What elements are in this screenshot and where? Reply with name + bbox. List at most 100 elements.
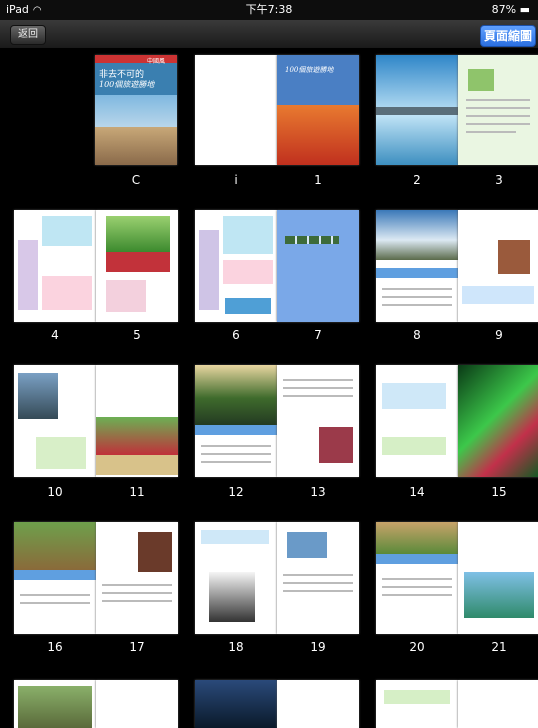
page-label: 12 (228, 485, 244, 499)
page-thumb-20[interactable] (376, 522, 458, 634)
landscape-photo (376, 522, 458, 554)
field-photo (96, 455, 178, 475)
section-banner (376, 268, 458, 278)
page-label: 14 (409, 485, 425, 499)
page-thumb-17[interactable] (96, 522, 178, 634)
landscape-photo (14, 522, 96, 570)
page-thumb-1[interactable]: 100個旅遊勝地 (277, 55, 359, 165)
cover-ground (95, 127, 177, 165)
lake-shore (376, 107, 458, 115)
photo-strip (225, 298, 271, 314)
page-thumb-23[interactable] (96, 680, 178, 728)
cover-sky (95, 95, 177, 127)
section-banner (14, 570, 96, 580)
red-field-photo (106, 252, 170, 272)
page-label: 2 (413, 173, 421, 187)
page-label: 21 (491, 640, 507, 654)
info-box (223, 216, 273, 254)
info-box (462, 286, 534, 304)
page-label: 13 (310, 485, 326, 499)
page-thumb-21[interactable] (458, 522, 538, 634)
page-thumb-15[interactable] (458, 365, 538, 477)
photo (319, 427, 353, 463)
page-thumb-10[interactable] (14, 365, 96, 477)
page-thumb-5[interactable] (96, 210, 178, 322)
info-box (42, 276, 92, 310)
page-label: 18 (228, 640, 244, 654)
status-bar: iPad ◠ 下午7:38 87% ▬ (0, 0, 538, 20)
side-photo (18, 240, 38, 310)
page-label: 20 (409, 640, 425, 654)
lake-photo (464, 572, 534, 618)
cover-tag: 中國風 (147, 58, 166, 65)
page-thumb-i[interactable] (195, 55, 277, 165)
page-thumb-11[interactable] (96, 365, 178, 477)
page-label: 7 (314, 328, 322, 342)
page-thumb-c[interactable]: 中國風 非去不可的 100個旅遊勝地 (95, 55, 177, 165)
page-thumb-22[interactable] (14, 680, 96, 728)
page-thumb-3[interactable] (458, 55, 538, 165)
back-button[interactable]: 返回 (10, 25, 46, 45)
page-label: 17 (129, 640, 145, 654)
navigation-bar: 返回 頁面縮圖 (0, 20, 538, 48)
page-label: 9 (495, 328, 503, 342)
page-label: 19 (310, 640, 326, 654)
info-box (382, 437, 446, 455)
page-thumb-12[interactable] (195, 365, 277, 477)
page-thumb-13[interactable] (277, 365, 359, 477)
page-label: 11 (129, 485, 145, 499)
photo (195, 680, 277, 728)
palm-trees-photo (209, 572, 255, 622)
photo (498, 240, 530, 274)
page-label: 6 (232, 328, 240, 342)
landscape-photo (195, 365, 277, 425)
side-photo (199, 230, 219, 310)
page1-title: 100個旅遊勝地 (285, 66, 334, 74)
page-thumb-24[interactable] (195, 680, 277, 728)
section-banner (195, 425, 277, 435)
info-box (201, 530, 269, 544)
section-banner (376, 554, 458, 564)
page-thumb-25[interactable] (277, 680, 359, 728)
page-label: 3 (495, 173, 503, 187)
battery-indicator: 87% ▬ (491, 3, 530, 16)
trees-photo (96, 417, 178, 455)
cover-subtitle: 100個旅遊勝地 (99, 80, 155, 89)
info-box (106, 280, 146, 312)
photo (468, 69, 494, 91)
page-thumb-27[interactable] (458, 680, 538, 728)
trees-photo (106, 216, 170, 252)
page-label: 15 (491, 485, 507, 499)
page-label: 1 (314, 173, 322, 187)
page-label: 10 (47, 485, 63, 499)
page-thumb-8[interactable] (376, 210, 458, 322)
page-label: C (131, 173, 141, 187)
page-thumb-9[interactable] (458, 210, 538, 322)
autumn-forest-image (277, 105, 359, 165)
page-label: i (234, 173, 238, 187)
photo (18, 686, 92, 728)
photo-strip (285, 236, 339, 244)
info-box (382, 383, 446, 409)
page-thumbnails-button[interactable]: 頁面縮圖 (480, 25, 536, 47)
page-thumb-26[interactable] (376, 680, 458, 728)
page-thumb-18[interactable] (195, 522, 277, 634)
page-thumb-6[interactable] (195, 210, 277, 322)
page-thumb-2[interactable] (376, 55, 458, 165)
info-box (223, 260, 273, 284)
info-box (384, 690, 450, 704)
info-box (36, 437, 86, 469)
page-thumb-19[interactable] (277, 522, 359, 634)
page-thumb-16[interactable] (14, 522, 96, 634)
clock: 下午7:38 (245, 3, 293, 16)
landscape-photo (376, 210, 458, 260)
page-thumb-7[interactable] (277, 210, 359, 322)
page-label: 8 (413, 328, 421, 342)
page-thumb-14[interactable] (376, 365, 458, 477)
page-thumb-4[interactable] (14, 210, 96, 322)
page-label: 16 (47, 640, 63, 654)
photo (18, 373, 58, 419)
page-label: 4 (51, 328, 59, 342)
photo (287, 532, 327, 558)
photo (138, 532, 172, 572)
